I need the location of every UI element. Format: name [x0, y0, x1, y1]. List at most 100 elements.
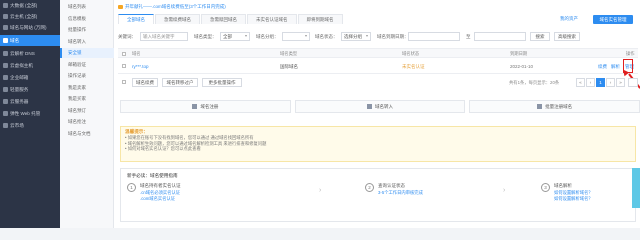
- status-select[interactable]: 选择分组: [341, 32, 371, 41]
- menu-icon: [3, 111, 8, 116]
- keyword-input[interactable]: 输入域名关键字: [140, 32, 188, 41]
- tab-3[interactable]: 未实名认证域名: [247, 14, 297, 24]
- page-number-button[interactable]: 1: [596, 78, 605, 87]
- select-all-checkbox[interactable]: [122, 52, 126, 56]
- bulk-more-label: 更多批量操作: [208, 80, 236, 85]
- subnav-item[interactable]: 邮箱验证: [60, 60, 114, 70]
- last-page-button[interactable]: »: [616, 78, 625, 87]
- sidebar-item[interactable]: 云解析 DNS: [0, 48, 60, 59]
- notice-icon: [118, 4, 123, 9]
- sidebar-item[interactable]: 大数据 (全部): [0, 0, 60, 11]
- step-title: 查询认证状态: [378, 183, 405, 188]
- subnav-item[interactable]: 我是卖家: [60, 83, 114, 93]
- row-checkbox[interactable]: [122, 64, 126, 68]
- step-link[interactable]: 如何设置解析域名？: [554, 196, 593, 202]
- sidebar-item-label: 云服务器: [10, 99, 29, 104]
- row-type: 国际域名: [280, 64, 298, 69]
- sidebar-item[interactable]: 域名: [0, 35, 60, 46]
- expire-start-input[interactable]: [408, 32, 460, 41]
- subnav-item[interactable]: 我是买家: [60, 94, 114, 104]
- menu-icon: [3, 3, 8, 8]
- sidebar-item[interactable]: 轻量服务: [0, 84, 60, 95]
- tip-line: • 如何对域名实名认证？您可以点此查看: [125, 146, 201, 152]
- type-label: 域名类型：: [194, 34, 217, 39]
- my-assets-link[interactable]: 我的资产: [560, 16, 578, 22]
- subnav-item[interactable]: 批量操作: [60, 25, 114, 35]
- transfer-domain-card[interactable]: 域名转入: [294, 100, 466, 113]
- register-domain-card[interactable]: 域名注册: [120, 100, 291, 113]
- step-number: 1: [127, 183, 136, 192]
- type-select[interactable]: 全部: [220, 32, 250, 41]
- sidebar-item-label: 云主机 (全部): [10, 14, 38, 19]
- filter-bar: 关键词： 输入域名关键字 域名类型： 全部 域名分组： 域名状态： 选择分组 域…: [118, 32, 638, 42]
- resolve-link[interactable]: 解析: [611, 64, 620, 70]
- sidebar-item-label: 轻量服务: [10, 87, 29, 92]
- advanced-search-button[interactable]: 高级搜索: [554, 32, 580, 41]
- guide-title: 新手必读：域名使用指南: [127, 173, 178, 178]
- tips-box: 温馨提示： • 如果您在账号下没有找到域名，您可以通过 通过域名找回域名所有 •…: [120, 126, 636, 162]
- page-jump-input[interactable]: [628, 78, 638, 87]
- tab-1[interactable]: 急需续费域名: [155, 14, 200, 24]
- sidebar-item[interactable]: 企业邮箱: [0, 72, 60, 83]
- sidebar-item-label: 弹性 Web 托管: [10, 111, 41, 116]
- expire-end-input[interactable]: [474, 32, 526, 41]
- next-page-button[interactable]: ›: [606, 78, 615, 87]
- bulk-more-select[interactable]: 更多批量操作: [202, 78, 242, 87]
- step-number: 2: [365, 183, 374, 192]
- sidebar-item-label: 云市场: [10, 123, 24, 128]
- sidebar-item[interactable]: 云服务器: [0, 96, 60, 107]
- chevron-down-icon: [245, 35, 247, 37]
- transfer-domain-label: 域名转入: [375, 104, 393, 109]
- search-button[interactable]: 搜索: [530, 32, 550, 41]
- sidebar-item-label: 企业邮箱: [10, 75, 29, 80]
- group-label: 域名分组：: [256, 34, 279, 39]
- first-page-button[interactable]: «: [576, 78, 585, 87]
- chevron-right-icon: ›: [503, 187, 506, 194]
- col-date: 到期日期: [510, 51, 528, 56]
- sidebar-item[interactable]: 弹性 Web 托管: [0, 108, 60, 119]
- col-actions: 操作: [626, 51, 635, 56]
- tab-4[interactable]: 即将到期域名: [297, 14, 343, 24]
- subnav-item[interactable]: 域名抢注: [60, 117, 114, 127]
- subnav-item[interactable]: 安全锁: [60, 48, 114, 58]
- notice-text[interactable]: 开年献礼——.com域名续费低至(3个工作日内完成): [125, 4, 226, 9]
- subnav-item[interactable]: 信息模板: [60, 14, 114, 24]
- tab-2[interactable]: 急需赎回域名: [201, 14, 246, 24]
- step-link[interactable]: 3-5个工作日内审核完成: [378, 190, 423, 196]
- status-label: 域名状态：: [315, 34, 338, 39]
- batch-register-card[interactable]: 批量注册域名: [469, 100, 640, 113]
- subnav-item[interactable]: 域名预订: [60, 106, 114, 116]
- register-domain-label: 域名注册: [200, 104, 219, 109]
- menu-icon: [3, 25, 8, 30]
- tab-0[interactable]: 全部域名: [118, 14, 154, 24]
- subnav-item[interactable]: 域名转入: [60, 37, 114, 47]
- grid-icon: [192, 104, 198, 110]
- group-select[interactable]: [282, 32, 310, 41]
- step-link[interactable]: .com域名实名认证: [140, 196, 175, 202]
- to-label: 至: [466, 34, 471, 39]
- chevron-down-icon: [305, 35, 307, 37]
- sidebar-item[interactable]: 云虚拟主机: [0, 60, 60, 71]
- sidebar-item[interactable]: 域名与网站 (万网): [0, 22, 60, 33]
- chevron-right-icon: ›: [319, 187, 322, 194]
- sidebar-item-label: 云解析 DNS: [10, 51, 35, 56]
- menu-icon: [3, 123, 8, 128]
- subnav-item[interactable]: 域名与文档: [60, 129, 114, 139]
- sidebar-item[interactable]: 云市场: [0, 120, 60, 131]
- bulk-checkbox[interactable]: [122, 80, 126, 84]
- bulk-renew-button[interactable]: 域名续费: [132, 78, 158, 87]
- subnav-item[interactable]: 域名列表: [60, 2, 114, 12]
- realname-manage-button[interactable]: 域名实名管理: [593, 15, 633, 24]
- renew-link[interactable]: 续费: [598, 64, 607, 70]
- bulk-transfer-button[interactable]: 域名转移过户: [162, 78, 198, 87]
- menu-icon: [3, 87, 8, 92]
- subnav-item[interactable]: 操作记录: [60, 71, 114, 81]
- promo-notice[interactable]: 开年献礼——.com域名续费低至(3个工作日内完成): [118, 4, 226, 10]
- table-row: ry***.top 国际域名 未实名认证 2022-01-10 续费 解析 管理: [118, 60, 638, 74]
- sidebar-item[interactable]: 云主机 (全部): [0, 11, 60, 22]
- row-domain[interactable]: ry***.top: [132, 64, 149, 69]
- row-status: 未实名认证: [402, 64, 425, 69]
- prev-page-button[interactable]: ‹: [586, 78, 595, 87]
- floating-help-tab[interactable]: [632, 168, 640, 208]
- sidebar-item-label: 大数据 (全部): [10, 3, 38, 8]
